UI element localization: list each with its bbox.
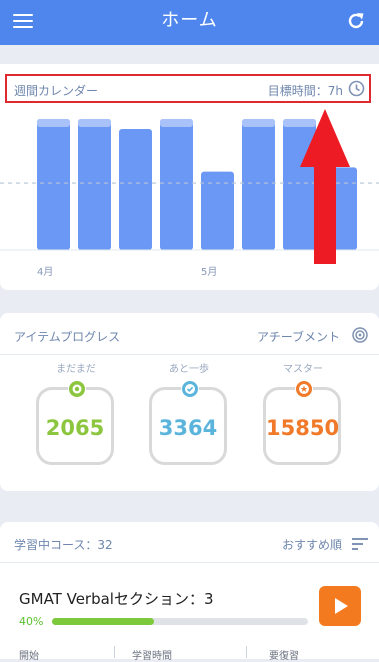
calendar-bar-cap	[37, 119, 70, 127]
progress-item-master[interactable]: マスター 15850	[263, 363, 343, 465]
month-label-may: 5月	[201, 267, 218, 278]
start-column-label: 開始	[19, 651, 39, 662]
month-label-april: 4月	[37, 267, 54, 278]
weekly-calendar-card: 週間カレンダー 目標時間：7h 4月 5月	[0, 64, 379, 290]
play-button[interactable]	[319, 586, 361, 626]
sort-icon[interactable]	[352, 537, 368, 551]
calendar-bar	[37, 119, 70, 250]
divider	[0, 354, 379, 355]
course-progress-fill	[52, 618, 155, 625]
weekly-calendar-title: 週間カレンダー	[14, 84, 99, 98]
target-badge-icon	[68, 380, 86, 398]
check-badge-icon	[181, 380, 199, 398]
calendar-bar	[160, 119, 193, 250]
weekly-calendar-header[interactable]: 週間カレンダー 目標時間：7h	[5, 74, 371, 103]
target-icon[interactable]	[352, 327, 368, 343]
app-header: ホーム	[0, 0, 379, 45]
review-column-label: 要復習	[269, 651, 299, 662]
course-title[interactable]: GMAT Verbalセクション：3	[19, 588, 214, 609]
page-title: ホーム	[161, 10, 218, 31]
clock-icon	[348, 80, 365, 97]
study-time-column-label: 学習時間	[132, 651, 172, 662]
goal-time-label: 目標時間：7h	[267, 84, 343, 98]
progress-box: 3364	[149, 380, 227, 465]
calendar-bar	[78, 119, 111, 250]
achievement-link[interactable]: アチーブメント	[257, 328, 340, 345]
courses-card: 学習中コース：32 おすすめ順 GMAT Verbalセクション：3 40% 開…	[0, 522, 379, 662]
sort-order-button[interactable]: おすすめ順	[282, 536, 342, 553]
annotation-up-arrow	[300, 109, 350, 264]
calendar-bar-cap	[160, 119, 193, 127]
item-progress-title: アイテムプログレス	[14, 330, 121, 344]
calendar-bar-cap	[242, 119, 275, 127]
course-progress-percent: 40%	[19, 615, 44, 628]
column-separator	[246, 646, 247, 658]
progress-count: 3364	[158, 416, 218, 440]
calendar-bar	[242, 119, 275, 250]
progress-label: まだまだ	[56, 364, 96, 375]
progress-label: マスター	[283, 364, 323, 375]
progress-item-not-yet[interactable]: まだまだ 2065	[36, 363, 116, 465]
progress-box: 2065	[36, 380, 114, 465]
progress-label: あと一歩	[169, 364, 209, 375]
refresh-icon[interactable]	[346, 11, 366, 31]
item-progress-card: アイテムプログレス アチーブメント まだまだ 2065 あと一歩 3364 マス…	[0, 313, 379, 491]
courses-in-progress-label: 学習中コース：32	[14, 538, 113, 552]
calendar-bar	[119, 128, 152, 250]
progress-box: 15850	[263, 380, 341, 465]
course-progress-bar	[52, 618, 308, 625]
column-separator	[114, 646, 115, 658]
star-badge-icon	[295, 380, 313, 398]
calendar-bar-cap	[78, 119, 111, 127]
progress-count: 2065	[45, 416, 105, 440]
divider	[0, 562, 379, 563]
progress-item-almost[interactable]: あと一歩 3364	[149, 363, 229, 465]
progress-count: 15850	[266, 416, 340, 440]
